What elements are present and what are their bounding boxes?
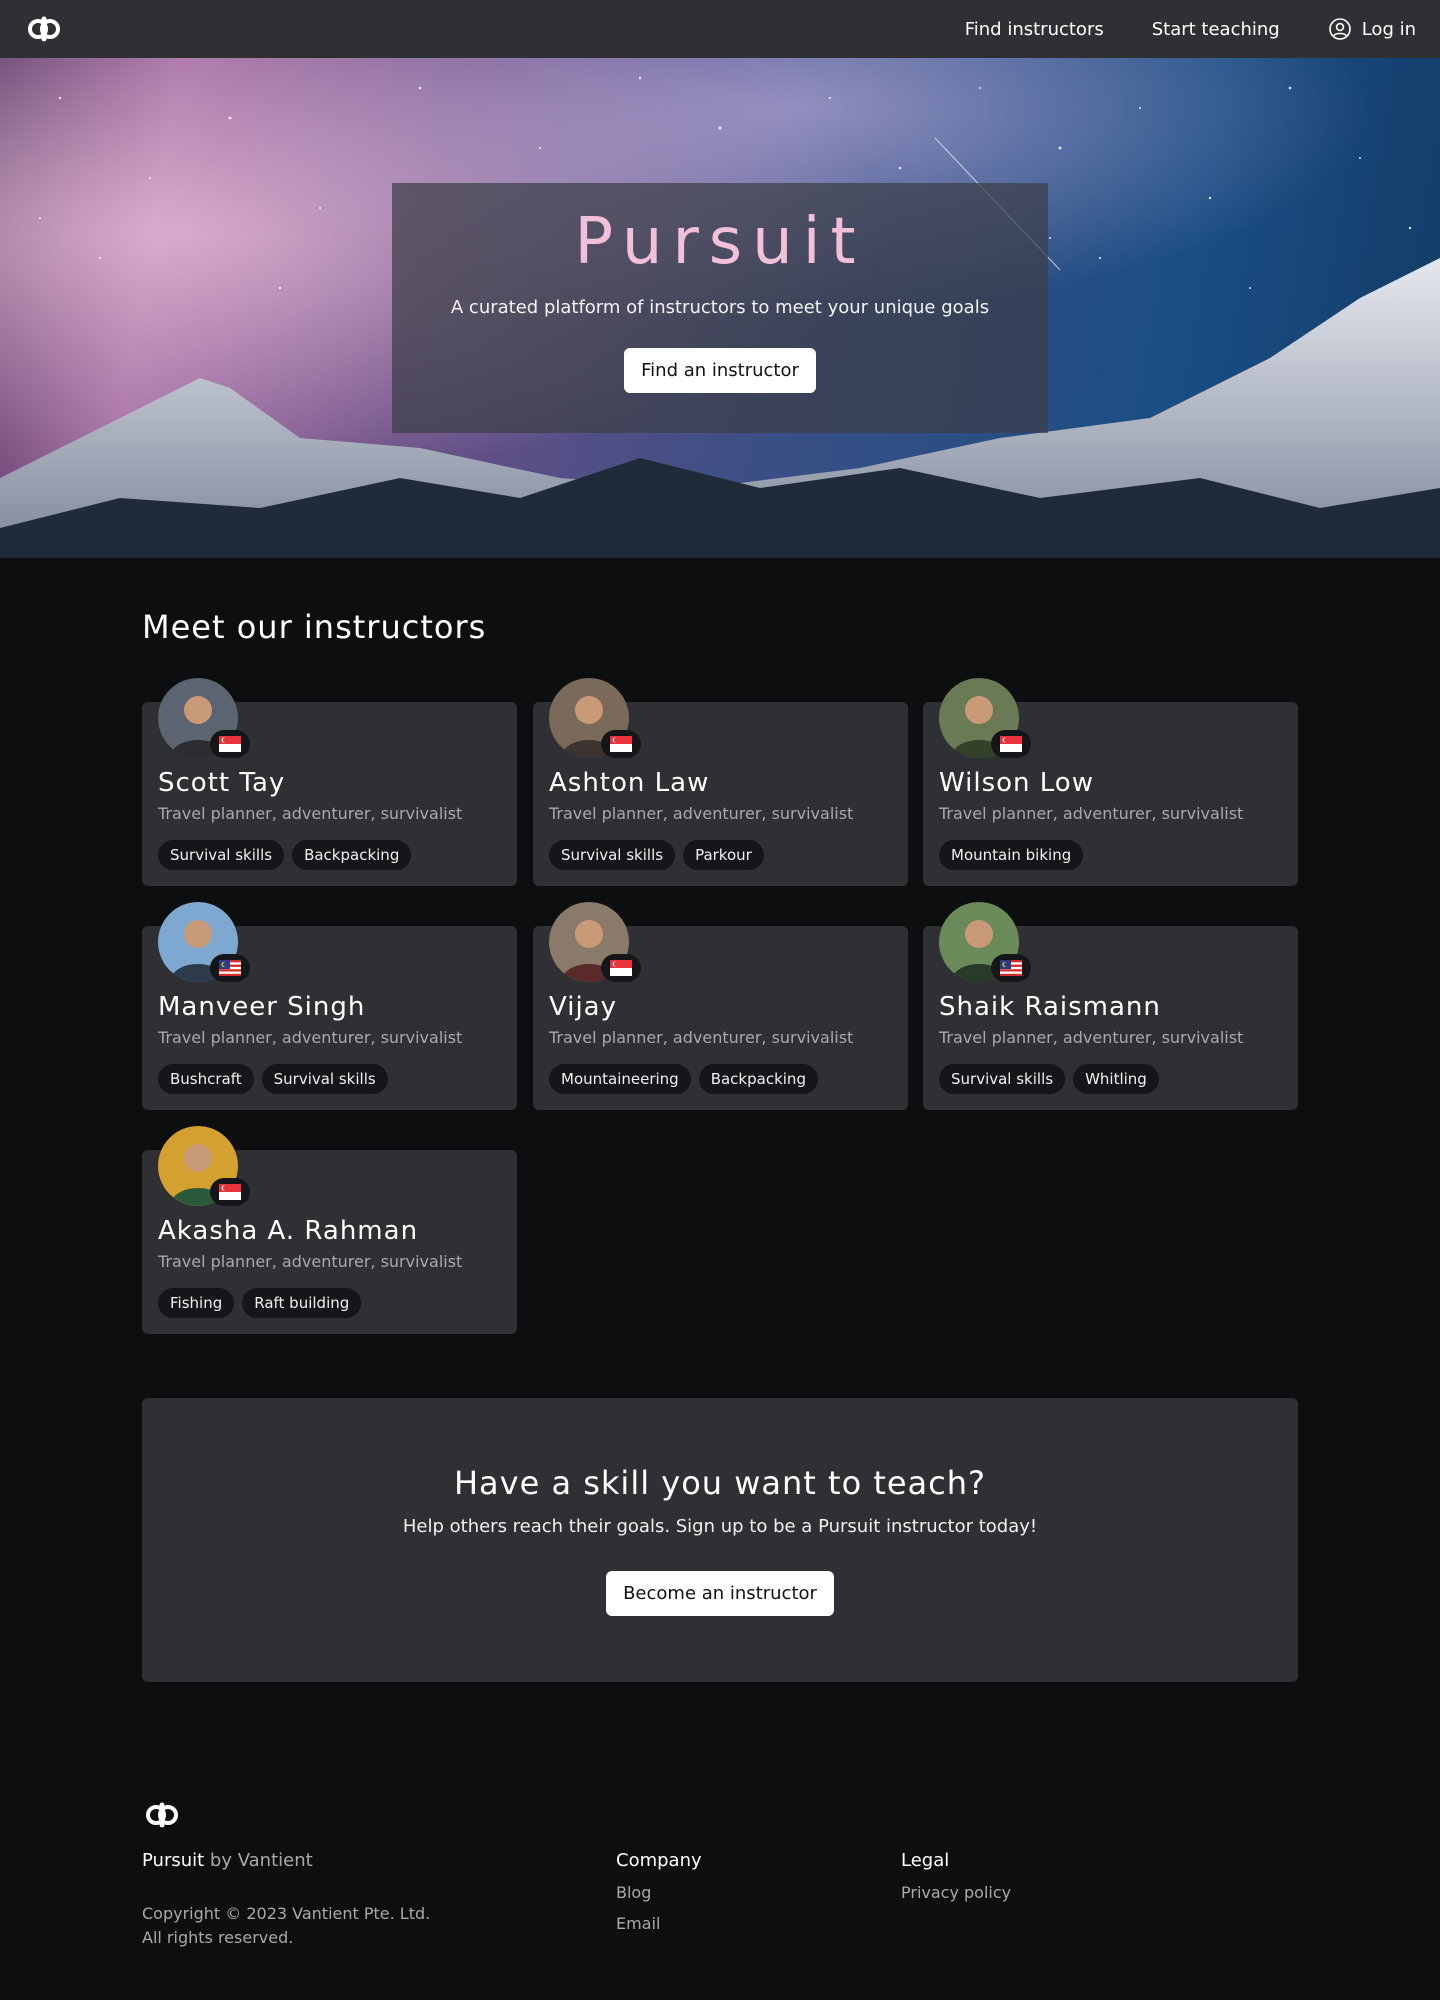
- instructor-name: Ashton Law: [549, 768, 710, 798]
- skill-tags: Fishing Raft building: [158, 1288, 362, 1318]
- instructor-description: Travel planner, adventurer, survivalist: [549, 1028, 854, 1047]
- skill-tag[interactable]: Mountaineering: [549, 1064, 691, 1094]
- skill-tags: Survival skills Whitling: [939, 1064, 1159, 1094]
- footer-company-column: Company Blog Email: [616, 1850, 702, 1933]
- footer-blog-link[interactable]: Blog: [616, 1883, 702, 1902]
- instructor-name: Manveer Singh: [158, 992, 366, 1022]
- avatar-wrap: [549, 678, 641, 758]
- instructor-name: Scott Tay: [158, 768, 286, 798]
- hero-subtitle: A curated platform of instructors to mee…: [450, 297, 990, 318]
- nav-start-teaching-link[interactable]: Start teaching: [1152, 19, 1280, 40]
- login-link[interactable]: Log in: [1328, 17, 1416, 41]
- copyright-line-2: All rights reserved.: [142, 1928, 294, 1947]
- footer-privacy-link[interactable]: Privacy policy: [901, 1883, 1011, 1902]
- skill-tag[interactable]: Survival skills: [939, 1064, 1066, 1094]
- avatar-wrap: [939, 902, 1031, 982]
- footer-email-link[interactable]: Email: [616, 1914, 702, 1933]
- skill-tag[interactable]: Fishing: [158, 1288, 235, 1318]
- skill-tag[interactable]: Raft building: [242, 1288, 362, 1318]
- skill-tags: Mountaineering Backpacking: [549, 1064, 818, 1094]
- avatar-wrap: [549, 902, 641, 982]
- section-title: Meet our instructors: [142, 608, 487, 646]
- footer-copyright: Copyright © 2023 Vantient Pte. Ltd. All …: [142, 1902, 430, 1950]
- instructor-description: Travel planner, adventurer, survivalist: [158, 1252, 463, 1271]
- avatar-wrap: [939, 678, 1031, 758]
- instructor-description: Travel planner, adventurer, survivalist: [158, 804, 463, 823]
- instructor-description: Travel planner, adventurer, survivalist: [939, 1028, 1244, 1047]
- singapore-flag-icon: [601, 730, 641, 758]
- avatar-wrap: [158, 1126, 250, 1206]
- singapore-flag-icon: [210, 730, 250, 758]
- skill-tag[interactable]: Survival skills: [261, 1064, 388, 1094]
- instructor-description: Travel planner, adventurer, survivalist: [549, 804, 854, 823]
- skill-tag[interactable]: Backpacking: [292, 840, 412, 870]
- footer-brand: Pursuit by Vantient: [142, 1850, 313, 1871]
- skill-tag[interactable]: Backpacking: [698, 1064, 818, 1094]
- instructor-description: Travel planner, adventurer, survivalist: [939, 804, 1244, 823]
- skill-tag[interactable]: Mountain biking: [939, 840, 1084, 870]
- footer-brand-by: by Vantient: [204, 1850, 313, 1871]
- singapore-flag-icon: [991, 730, 1031, 758]
- nav-find-instructors-link[interactable]: Find instructors: [965, 19, 1104, 40]
- instructor-card[interactable]: Manveer Singh Travel planner, adventurer,…: [142, 902, 517, 1110]
- instructor-card[interactable]: Wilson Low Travel planner, adventurer, su…: [923, 678, 1298, 886]
- pursuit-logo-icon: [142, 1800, 182, 1832]
- instructor-card[interactable]: Ashton Law Travel planner, adventurer, su…: [533, 678, 908, 886]
- footer-legal-column: Legal Privacy policy: [901, 1850, 1011, 1902]
- become-instructor-button[interactable]: Become an instructor: [606, 1571, 834, 1616]
- instructor-card[interactable]: Vijay Travel planner, adventurer, surviva…: [533, 902, 908, 1110]
- skill-tags: Mountain biking: [939, 840, 1084, 870]
- skill-tags: Bushcraft Survival skills: [158, 1064, 388, 1094]
- malaysia-flag-icon: [991, 954, 1031, 982]
- find-instructor-button[interactable]: Find an instructor: [624, 348, 816, 393]
- cta-title: Have a skill you want to teach?: [453, 1464, 987, 1502]
- skill-tag[interactable]: Bushcraft: [158, 1064, 254, 1094]
- hero-title: Pursuit: [574, 205, 866, 279]
- footer-brand-name: Pursuit: [142, 1850, 205, 1871]
- avatar-wrap: [158, 678, 250, 758]
- instructor-card[interactable]: Akasha A. Rahman Travel planner, adventur…: [142, 1126, 517, 1334]
- hero-banner: Pursuit A curated platform of instructor…: [0, 58, 1440, 558]
- cta-subtitle: Help others reach their goals. Sign up t…: [402, 1516, 1038, 1537]
- skill-tag[interactable]: Parkour: [683, 840, 764, 870]
- top-navbar: Find instructors Start teaching Log in: [0, 0, 1440, 58]
- copyright-line-1: Copyright © 2023 Vantient Pte. Ltd.: [142, 1904, 431, 1923]
- singapore-flag-icon: [210, 1178, 250, 1206]
- footer-legal-heading: Legal: [901, 1850, 950, 1871]
- hero-card: Pursuit A curated platform of instructor…: [392, 183, 1048, 433]
- login-label: Log in: [1361, 18, 1416, 40]
- pursuit-logo-icon[interactable]: [24, 13, 64, 45]
- skill-tag[interactable]: Survival skills: [158, 840, 285, 870]
- skill-tag[interactable]: Survival skills: [549, 840, 676, 870]
- skill-tags: Survival skills Parkour: [549, 840, 764, 870]
- avatar-wrap: [158, 902, 250, 982]
- teach-cta-panel: Have a skill you want to teach? Help oth…: [142, 1398, 1298, 1682]
- instructor-description: Travel planner, adventurer, survivalist: [158, 1028, 463, 1047]
- skill-tags: Survival skills Backpacking: [158, 840, 412, 870]
- nav-links: Find instructors Start teaching Log in: [965, 17, 1416, 41]
- instructor-name: Vijay: [549, 992, 617, 1022]
- instructor-name: Shaik Raismann: [939, 992, 1161, 1022]
- malaysia-flag-icon: [210, 954, 250, 982]
- instructor-name: Wilson Low: [939, 768, 1094, 798]
- user-circle-icon: [1328, 18, 1351, 40]
- footer-company-heading: Company: [616, 1850, 702, 1871]
- instructor-card[interactable]: Shaik Raismann Travel planner, adventurer…: [923, 902, 1298, 1110]
- instructor-name: Akasha A. Rahman: [158, 1216, 419, 1246]
- skill-tag[interactable]: Whitling: [1073, 1064, 1159, 1094]
- instructor-card[interactable]: Scott Tay Travel planner, adventurer, sur…: [142, 678, 517, 886]
- singapore-flag-icon: [601, 954, 641, 982]
